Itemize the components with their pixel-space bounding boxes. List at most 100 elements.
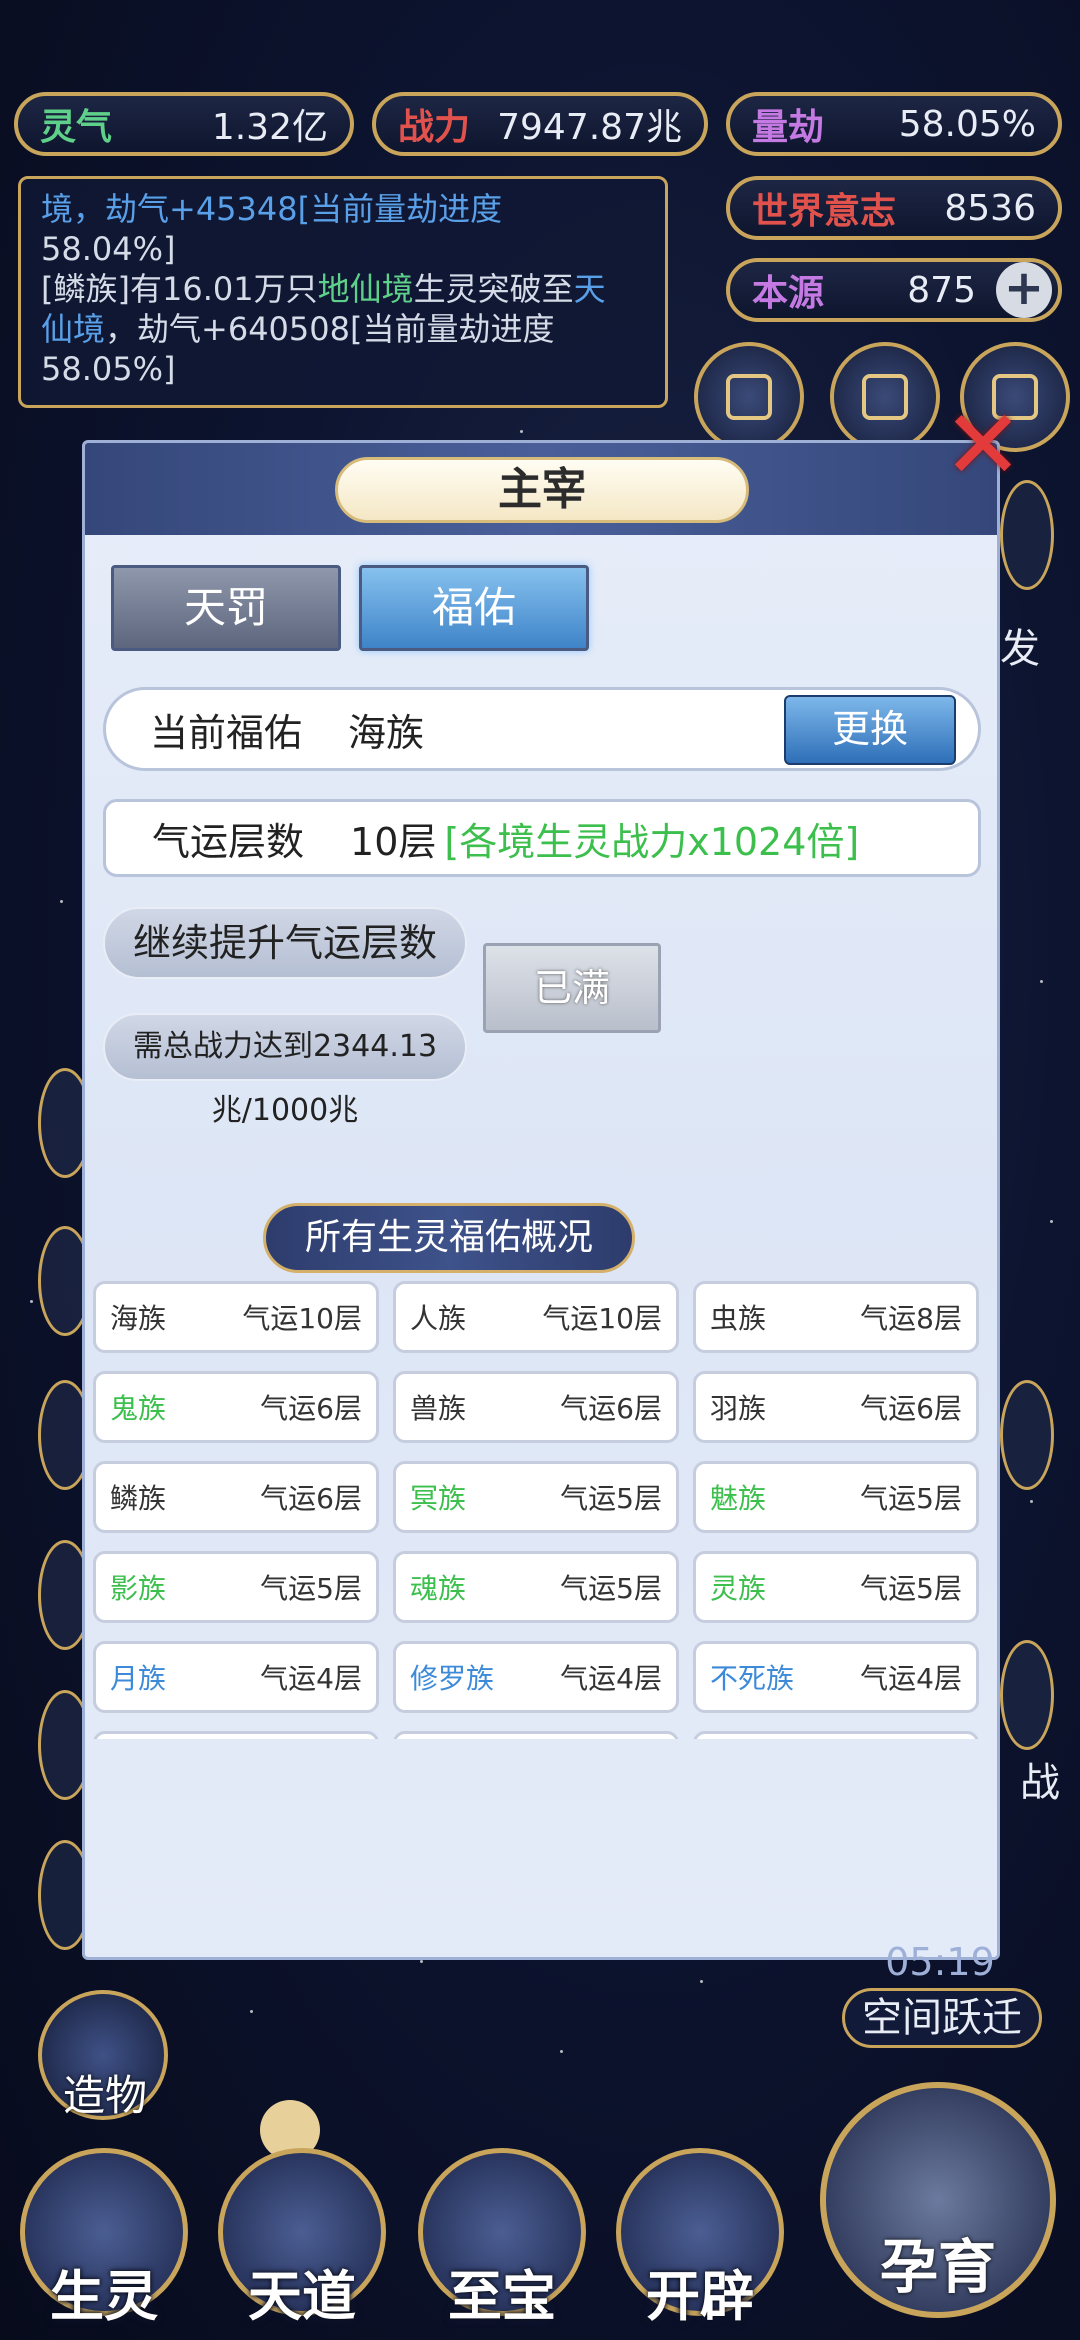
star-dot — [700, 1980, 703, 1983]
nurture-label[interactable]: 孕育 — [838, 2220, 1038, 2304]
event-log: 境，劫气+45348[当前量劫进度 58.04%] [鳞族]有16.01万只地仙… — [18, 176, 668, 408]
origin-label: 本源 — [752, 273, 825, 314]
star-dot — [30, 1300, 33, 1303]
nav-label-treasure[interactable]: 至宝 — [402, 2252, 602, 2331]
right-side-label: 发 — [1000, 626, 1040, 672]
log-text: 58.05%] — [41, 350, 176, 388]
dialog-title: 主宰 — [335, 457, 749, 523]
race-cell[interactable]: 灵族 气运5层 — [693, 1551, 979, 1623]
current-blessing-row: 当前福佑 海族 更换 — [103, 687, 981, 771]
luck-bonus-text: [各境生灵战力x1024倍] — [444, 819, 860, 864]
world-will-value: 8536 — [944, 187, 1036, 229]
race-luck-level: 气运8层 — [860, 1302, 962, 1335]
origin-plus-button[interactable]: + — [996, 262, 1052, 318]
race-cell[interactable]: 五行族气运4层 — [93, 1731, 379, 1739]
hud-zhanli: 战力 7947.87兆 — [372, 92, 708, 156]
race-name: 魅族 — [710, 1482, 767, 1515]
star-dot — [560, 2050, 563, 2053]
race-cell[interactable]: 人族 气运10层 — [393, 1281, 679, 1353]
star-dot — [1030, 1500, 1033, 1503]
dominator-dialog: 主宰 天罚 福佑 当前福佑 海族 更换 气运层数 10层 [各境生灵战力x102… — [82, 440, 1000, 1960]
liangjie-label: 量劫 — [752, 107, 825, 148]
requirement-text: 需总战力达到2344.13兆/1000兆 — [103, 1013, 467, 1128]
log-line: 仙境，劫气+640508[当前量劫进度 — [41, 309, 645, 349]
race-name: 修罗族 — [410, 1662, 495, 1695]
hud-world-will: 世界意志 8536 — [726, 176, 1062, 240]
race-blessing-grid: 海族 气运10层 人族 气运10层 虫族 气运8层 鬼族 气运6层 兽族 气运6层 羽族 气运6层 鳞族… — [93, 1281, 995, 1739]
race-cell[interactable]: 兽族 气运6层 — [393, 1371, 679, 1443]
timer-text: 05:19 — [885, 1940, 995, 1984]
race-name: 鬼族 — [110, 1392, 167, 1425]
race-cell[interactable]: 虫族 气运8层 — [693, 1281, 979, 1353]
race-cell[interactable]: 鬼族 气运6层 — [93, 1371, 379, 1443]
race-cell[interactable]: 海族 气运10层 — [93, 1281, 379, 1353]
race-luck-level: 气运6层 — [260, 1482, 362, 1515]
race-luck-level: 气运5层 — [860, 1572, 962, 1605]
star-dot — [60, 900, 63, 903]
race-cell[interactable]: 月族 气运4层 — [93, 1641, 379, 1713]
world-will-label: 世界意志 — [752, 191, 897, 232]
nav-label-heaven-dao[interactable]: 天道 — [202, 2252, 402, 2331]
hud-lingqi: 灵气 1.32亿 — [14, 92, 354, 156]
zhanli-label: 战力 — [398, 107, 471, 148]
luck-level-value: 10层 — [350, 819, 437, 864]
race-name: 影族 — [110, 1572, 167, 1605]
race-name: 羽族 — [710, 1392, 767, 1425]
race-cell[interactable]: 羽族 气运6层 — [693, 1371, 979, 1443]
race-cell[interactable]: 鳞族 气运6层 — [93, 1461, 379, 1533]
race-cell[interactable]: 命族气运4层 — [393, 1731, 679, 1739]
race-cell[interactable]: 冥族 气运5层 — [393, 1461, 679, 1533]
race-luck-level: 气运5层 — [560, 1572, 662, 1605]
race-cell[interactable]: 梦族气运4层 — [693, 1731, 979, 1739]
race-cell[interactable]: 魂族 气运5层 — [393, 1551, 679, 1623]
race-luck-level: 气运5层 — [560, 1482, 662, 1515]
star-dot — [1050, 1220, 1053, 1223]
race-luck-level: 气运6层 — [260, 1392, 362, 1425]
race-luck-level: 气运4层 — [860, 1662, 962, 1695]
origin-value: 875 — [907, 269, 976, 311]
star-dot — [250, 2010, 253, 2013]
race-name: 月族 — [110, 1662, 167, 1695]
race-cell[interactable]: 影族 气运5层 — [93, 1551, 379, 1623]
race-cell[interactable]: 不死族 气运4层 — [693, 1641, 979, 1713]
race-name: 虫族 — [710, 1302, 767, 1335]
star-dot — [1040, 980, 1043, 983]
star-dot — [420, 1960, 423, 1963]
upgrade-luck-label: 继续提升气运层数 — [103, 907, 467, 979]
race-luck-level: 气运6层 — [860, 1392, 962, 1425]
nav-label-creature[interactable]: 生灵 — [4, 2252, 204, 2331]
close-icon[interactable]: ✕ — [938, 397, 1028, 493]
log-text-highlight: 地仙境 — [317, 270, 414, 308]
log-text: 境，劫气+45348[当前量劫进度 — [41, 190, 503, 228]
wheel-icon[interactable] — [830, 342, 940, 452]
race-cell[interactable]: 修罗族 气运4层 — [393, 1641, 679, 1713]
log-line: 境，劫气+45348[当前量劫进度 — [41, 189, 645, 229]
log-text: 生灵突破至 — [413, 270, 574, 308]
race-name: 不死族 — [710, 1662, 795, 1695]
nav-label-pioneer[interactable]: 开辟 — [600, 2252, 800, 2331]
race-luck-level: 气运10层 — [242, 1302, 362, 1335]
race-name: 人族 — [410, 1302, 467, 1335]
race-cell[interactable]: 魅族 气运5层 — [693, 1461, 979, 1533]
race-name: 灵族 — [710, 1572, 767, 1605]
create-label: 造物 — [62, 2071, 147, 2120]
race-name: 鳞族 — [110, 1482, 167, 1515]
luck-level-row: 气运层数 10层 [各境生灵战力x1024倍] — [103, 799, 981, 877]
tab-blessing[interactable]: 福佑 — [359, 565, 589, 651]
log-text: [鳞族]有16.01万只 — [41, 270, 318, 308]
race-luck-level: 气运4层 — [560, 1662, 662, 1695]
scroll-icon[interactable] — [694, 342, 804, 452]
hud-liangjie: 量劫 58.05% — [726, 92, 1062, 156]
right-menu-button[interactable] — [1000, 1640, 1054, 1750]
race-luck-level: 气运5层 — [860, 1482, 962, 1515]
lingqi-label: 灵气 — [40, 107, 113, 148]
log-line: 58.05%] — [41, 349, 645, 389]
current-blessing-label: 当前福佑 — [150, 710, 303, 755]
log-text-highlight: 仙境 — [41, 310, 106, 348]
tab-punishment[interactable]: 天罚 — [111, 565, 341, 651]
space-jump-button[interactable]: 空间跃迁 — [842, 1988, 1042, 2048]
overview-banner: 所有生灵福佑概况 — [263, 1203, 635, 1273]
swap-button[interactable]: 更换 — [784, 695, 956, 765]
right-menu-button[interactable] — [1000, 1380, 1054, 1490]
maxed-button[interactable]: 已满 — [483, 943, 661, 1033]
